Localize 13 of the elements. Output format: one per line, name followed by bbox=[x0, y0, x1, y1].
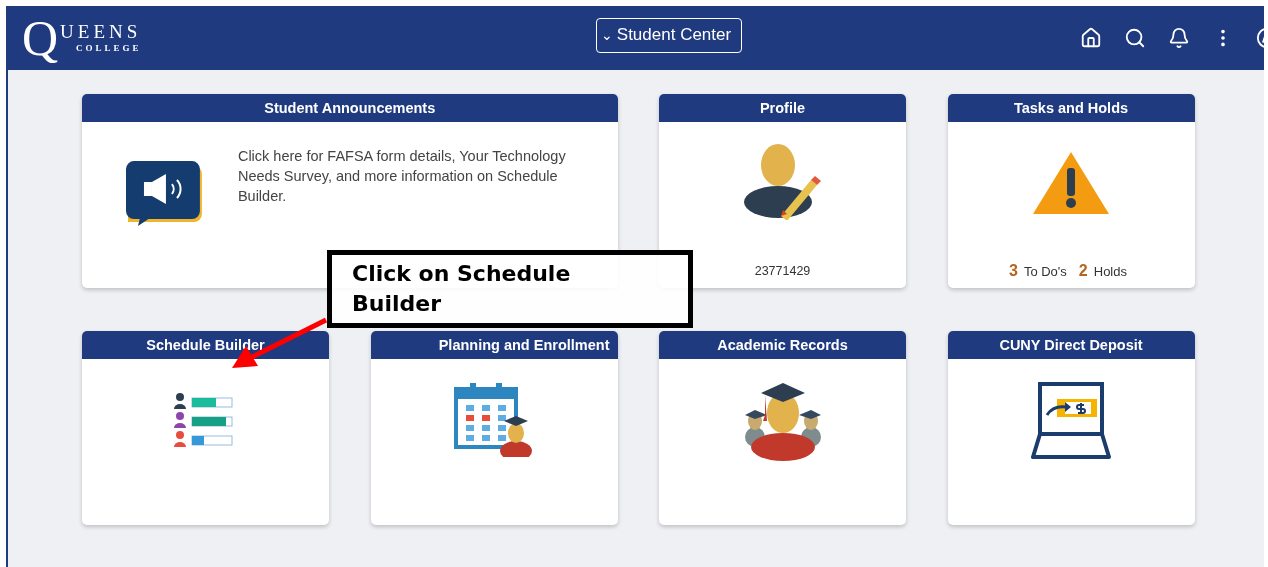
tile-title: Profile bbox=[659, 94, 906, 122]
count-label: To Do's bbox=[1023, 264, 1067, 279]
tile-title: Student Announcements bbox=[82, 94, 618, 122]
count-number: 2 bbox=[1078, 262, 1088, 280]
count-number: 3 bbox=[1009, 262, 1018, 280]
tile-title: Academic Records bbox=[659, 331, 906, 359]
tile-title: CUNY Direct Deposit bbox=[947, 331, 1195, 359]
announcement-text: Click here for FAFSA form details, Your Technology Needs Survey, and more information on Schedule Builder. bbox=[237, 147, 567, 206]
tile-title: Schedule Builder bbox=[82, 331, 329, 359]
tile-title: Planning and Enrollment bbox=[370, 331, 618, 359]
tile-title: Tasks and Holds bbox=[947, 94, 1195, 122]
count-label: Holds bbox=[1093, 264, 1127, 279]
student-id: 23771429 bbox=[754, 264, 811, 278]
